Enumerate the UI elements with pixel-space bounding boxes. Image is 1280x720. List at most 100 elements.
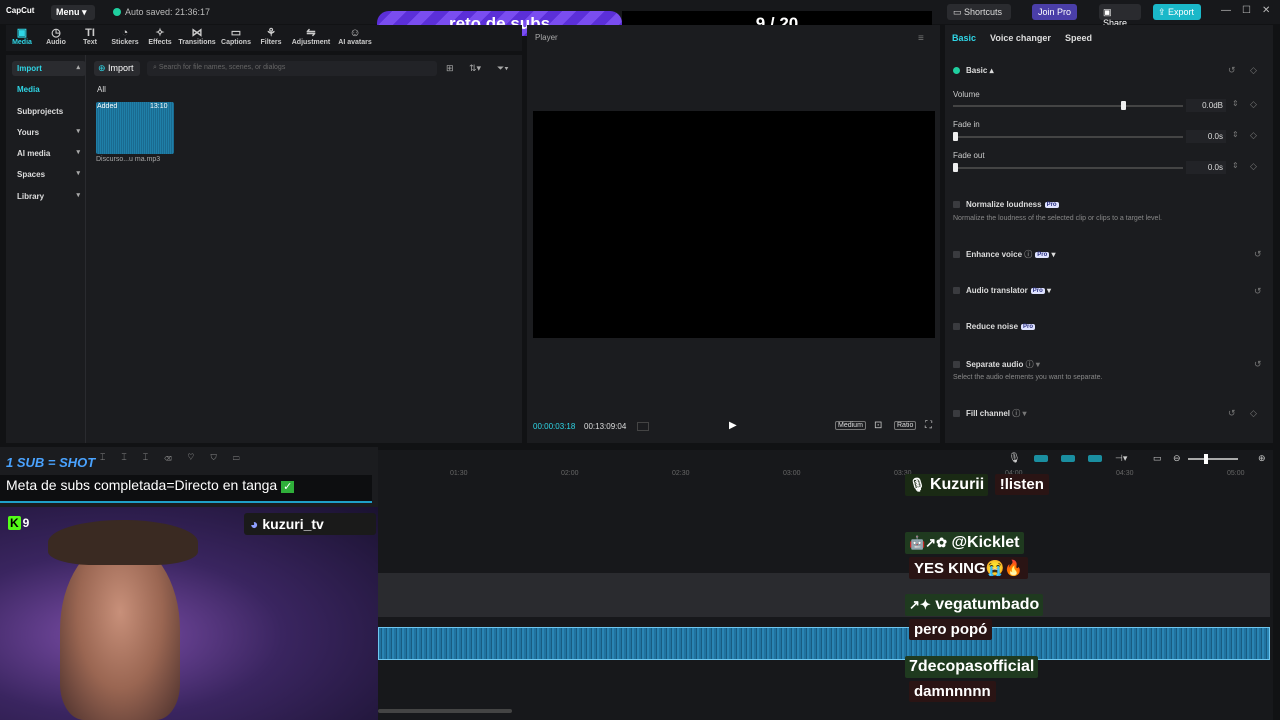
maximize-icon[interactable]: ☐ [1242, 5, 1251, 16]
reset-icon[interactable]: ↺ [1254, 359, 1262, 370]
preview-axis-icon[interactable] [1088, 455, 1102, 462]
timeline-ruler[interactable]: 01:30 02:00 02:30 03:00 03:30 04:00 04:3… [378, 470, 1273, 480]
sidebar-item-yours[interactable]: Yours ▾ [12, 125, 86, 140]
tool-ai-avatars[interactable]: ☺ AI avatars [335, 27, 375, 46]
filter-all-label[interactable]: All [97, 85, 106, 94]
fit-view-icon[interactable]: ⊡ [874, 420, 882, 431]
checkbox-icon[interactable] [953, 251, 960, 258]
fill-channel-option[interactable]: Fill channel ⓘ ▾ [953, 408, 1027, 419]
stepper-icon[interactable]: ⇕ [1232, 161, 1239, 170]
import-button[interactable]: ⊕ Import [94, 61, 140, 76]
tool-transitions[interactable]: ⋈ Transitions [177, 27, 217, 46]
magnet-icon[interactable] [1061, 455, 1075, 462]
chevron-down-icon: ▾ [76, 170, 80, 177]
player-menu-icon[interactable]: ≡ [918, 33, 924, 44]
enhance-voice-option[interactable]: Enhance voice ⓘ Pro ▾ [953, 249, 1056, 260]
reset-icon[interactable]: ↺ [1228, 408, 1236, 419]
shortcuts-button[interactable]: ▭ Shortcuts [947, 4, 1011, 20]
keyframe-icon[interactable]: ◇ [1250, 161, 1257, 172]
sort-icon[interactable]: ⇅▾ [469, 63, 481, 74]
volume-slider[interactable] [953, 101, 1183, 110]
sidebar-item-library[interactable]: Library ▾ [12, 189, 86, 204]
microphone-icon[interactable]: 🎙 [1008, 453, 1021, 464]
fade-in-slider[interactable] [953, 132, 1183, 141]
export-button[interactable]: ⇪ Export [1153, 4, 1201, 20]
ruler-tick: 05:00 [1227, 470, 1245, 477]
keyframe-icon[interactable]: ◇ [1250, 65, 1257, 76]
reset-icon[interactable]: ↺ [1254, 249, 1262, 260]
zoom-out-icon[interactable]: ⊖ [1173, 453, 1181, 464]
sidebar-item-media[interactable]: Media [12, 82, 86, 97]
keyframe-icon[interactable]: ◇ [1250, 99, 1257, 110]
tool-effects[interactable]: ✧ Effects [145, 27, 175, 46]
tool-adjustment[interactable]: ⇋ Adjustment [290, 27, 332, 46]
separate-audio-option[interactable]: Separate audio ⓘ ▾ [953, 359, 1040, 370]
audio-clip[interactable] [378, 627, 1270, 660]
tool-label: Audio [46, 39, 66, 46]
ruler-tick: 01:30 [450, 470, 468, 477]
reset-icon[interactable]: ↺ [1254, 286, 1262, 297]
play-icon[interactable]: ▶ [729, 420, 737, 431]
volume-slider-handle[interactable] [1120, 101, 1126, 110]
grid-view-icon[interactable]: ⊞ [446, 63, 454, 74]
checkbox-icon[interactable] [953, 361, 960, 368]
stepper-icon[interactable]: ⇕ [1232, 130, 1239, 139]
quality-select[interactable]: Medium [835, 421, 866, 430]
share-button[interactable]: ▣ Share [1099, 4, 1141, 28]
chat-message: YES KING😭🔥 [909, 557, 1029, 579]
audio-translator-option[interactable]: Audio translator Pro ▾ [953, 286, 1051, 295]
checkbox-icon[interactable] [953, 323, 960, 330]
fade-out-value[interactable]: 0.0s [1186, 161, 1226, 174]
sidebar-item-subprojects[interactable]: Subprojects [12, 104, 86, 119]
zoom-slider-handle[interactable] [1204, 454, 1208, 464]
fade-in-slider-handle[interactable] [953, 132, 958, 141]
video-preview[interactable] [533, 111, 935, 338]
tab-basic[interactable]: Basic [952, 33, 976, 43]
keyframe-icon[interactable]: ◇ [1250, 408, 1257, 419]
tool-captions[interactable]: ▭ Captions [219, 27, 253, 46]
shortcuts-label: Shortcuts [964, 7, 1003, 17]
reset-icon[interactable]: ↺ [1228, 65, 1236, 76]
tool-media[interactable]: ▣ Media [10, 27, 34, 46]
reduce-noise-option[interactable]: Reduce noise Pro [953, 322, 1036, 331]
timecode-format-icon[interactable] [637, 422, 649, 431]
tool-audio[interactable]: ◷ Audio [44, 27, 68, 46]
sidebar-item-import[interactable]: Import ▴ [12, 61, 86, 76]
menu-button[interactable]: Menu ▾ [51, 5, 95, 20]
basic-section-header[interactable]: Basic ▴ [953, 66, 994, 75]
close-icon[interactable]: ✕ [1262, 5, 1270, 16]
media-search-input[interactable]: ⌕ Search for file names, scenes, or dial… [147, 61, 437, 76]
keyframe-icon[interactable]: ◇ [1250, 130, 1257, 141]
split-icon[interactable]: ⊣▾ [1115, 453, 1127, 464]
fade-out-slider-handle[interactable] [953, 163, 958, 172]
stepper-icon[interactable]: ⇕ [1232, 99, 1239, 108]
tab-voice-changer[interactable]: Voice changer [990, 33, 1051, 43]
caption-icon[interactable]: ▭ [1153, 453, 1162, 464]
zoom-slider[interactable] [1188, 454, 1238, 464]
fullscreen-icon[interactable]: ⛶ [925, 420, 932, 431]
fade-in-value[interactable]: 0.0s [1186, 130, 1226, 143]
minimize-icon[interactable]: — [1221, 5, 1231, 16]
fade-out-slider[interactable] [953, 163, 1183, 172]
autosave-text: Auto saved: 21:36:17 [125, 7, 211, 17]
timeline-scrollbar[interactable] [378, 709, 512, 713]
checkbox-icon[interactable] [953, 410, 960, 417]
join-pro-button[interactable]: Join Pro [1032, 4, 1077, 20]
checkbox-icon[interactable] [953, 287, 960, 294]
normalize-loudness-option[interactable]: Normalize loudness Pro [953, 200, 1059, 209]
edit-tools-icons[interactable]: ⌶⌶⌶⌫♡⛉▭ [100, 452, 256, 463]
checkbox-icon[interactable] [953, 201, 960, 208]
filter-icon[interactable]: ⏷▾ [497, 63, 509, 74]
tool-text[interactable]: TI Text [80, 27, 100, 46]
sidebar-item-spaces[interactable]: Spaces ▾ [12, 167, 86, 182]
video-track[interactable] [378, 573, 1270, 617]
tab-speed[interactable]: Speed [1065, 33, 1092, 43]
link-clips-icon[interactable] [1034, 455, 1048, 462]
ratio-button[interactable]: Ratio [894, 421, 917, 430]
zoom-in-icon[interactable]: ⊕ [1258, 453, 1266, 464]
chat-username: 🤖↗✿ @Kicklet [905, 532, 1024, 554]
tool-stickers[interactable]: ◔ Stickers [109, 27, 141, 46]
sidebar-item-ai-media[interactable]: AI media ▾ [12, 146, 86, 161]
tool-filters[interactable]: ⚘ Filters [258, 27, 284, 46]
volume-value[interactable]: 0.0dB [1186, 99, 1226, 112]
